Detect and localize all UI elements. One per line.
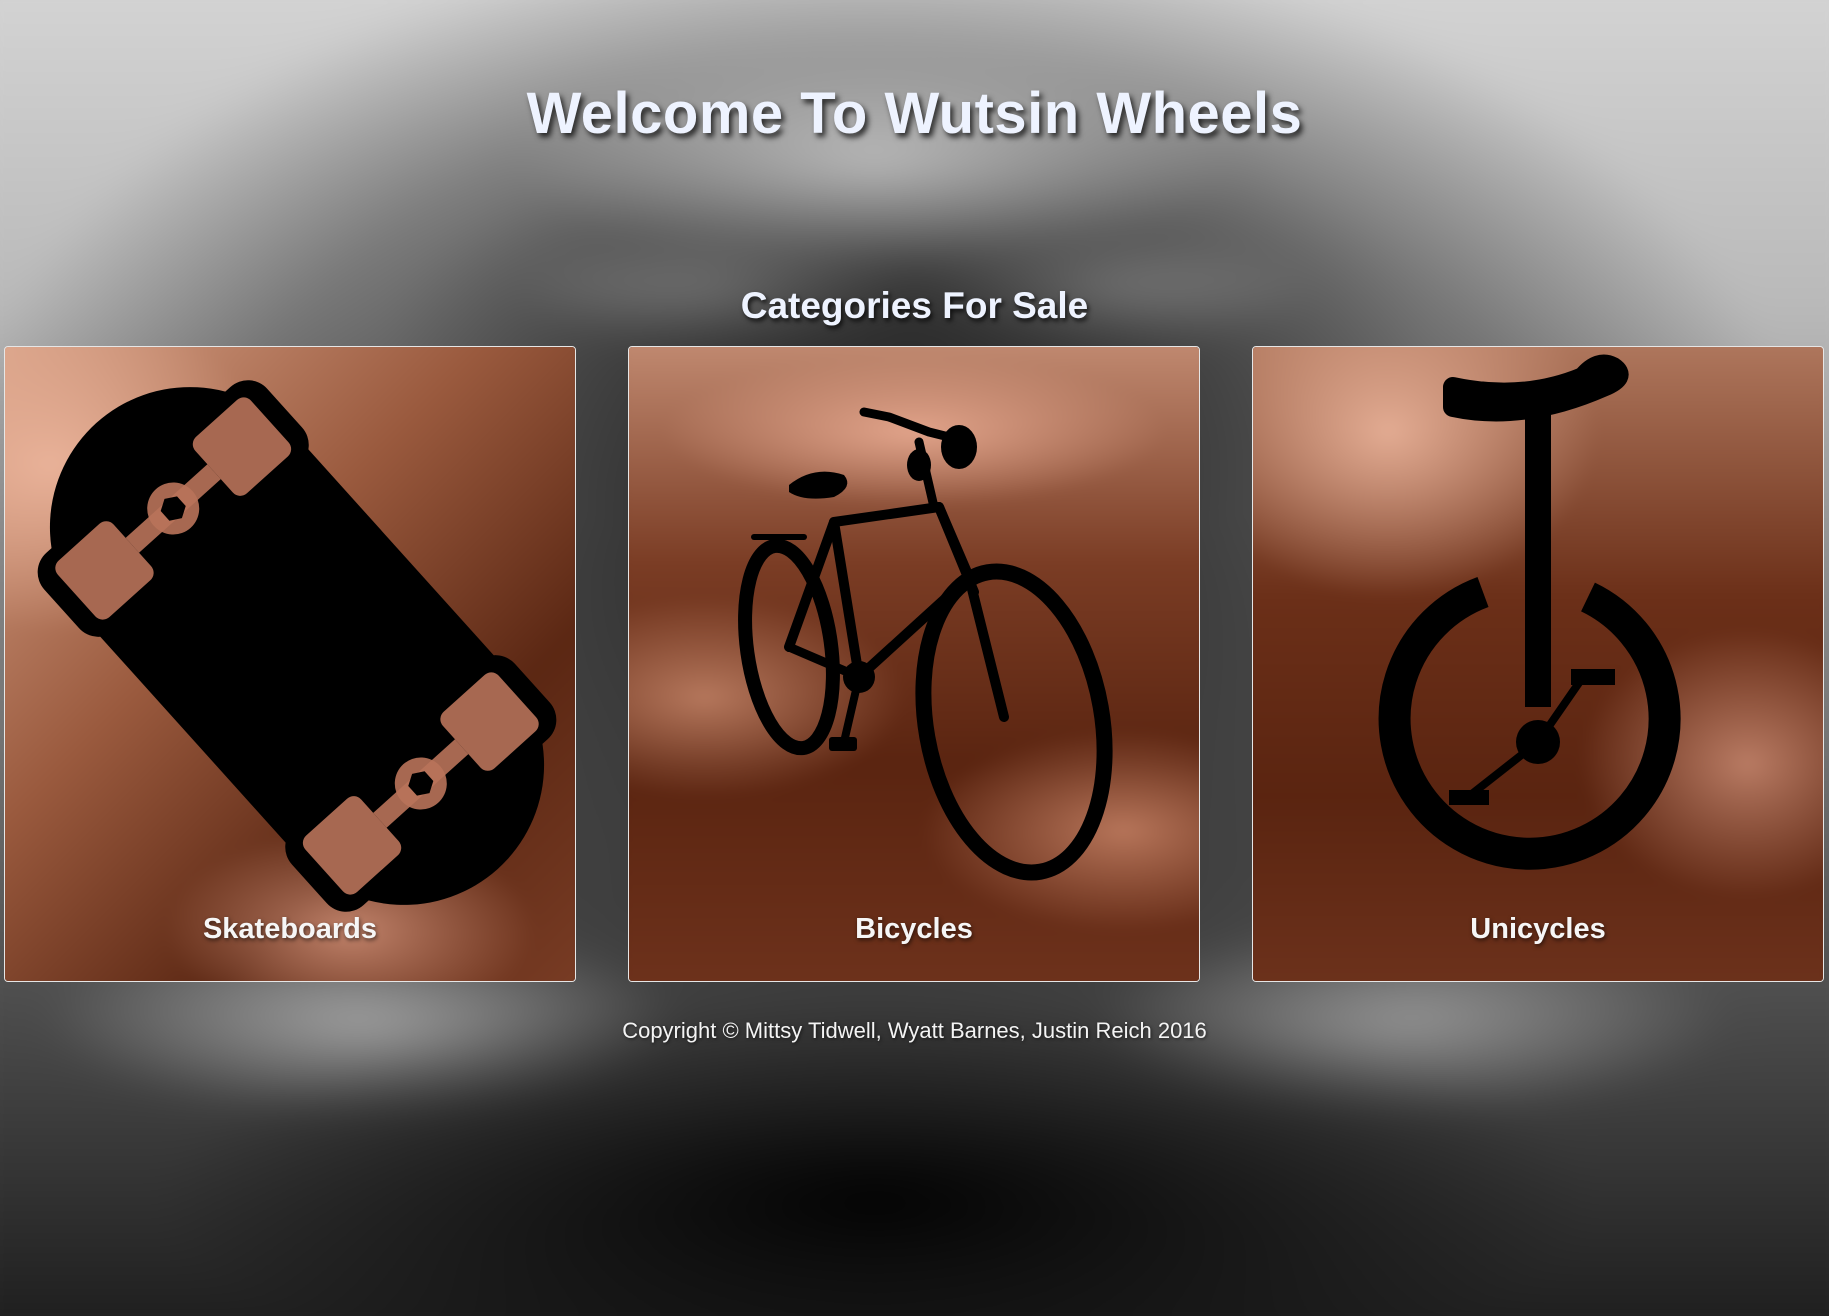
footer-copyright: Copyright © Mittsy Tidwell, Wyatt Barnes… bbox=[622, 1018, 1207, 1043]
section-heading: Categories For Sale bbox=[740, 285, 1089, 326]
category-label: Bicycles bbox=[855, 913, 973, 945]
category-label: Unicycles bbox=[1470, 913, 1606, 945]
bicycle-icon bbox=[738, 407, 1113, 881]
category-label: Skateboards bbox=[202, 913, 378, 945]
skateboard-icon bbox=[37, 380, 557, 912]
category-card-bicycles[interactable]: Bicycles bbox=[628, 346, 1200, 982]
unicycle-icon bbox=[1378, 354, 1681, 870]
page-title: Welcome To Wutsin Wheels bbox=[526, 81, 1303, 146]
category-card-skateboards[interactable]: Skateboards bbox=[4, 346, 576, 982]
page: Welcome To Wutsin Wheels Categories For … bbox=[0, 0, 1829, 1316]
category-card-unicycles[interactable]: Unicycles bbox=[1252, 346, 1824, 982]
